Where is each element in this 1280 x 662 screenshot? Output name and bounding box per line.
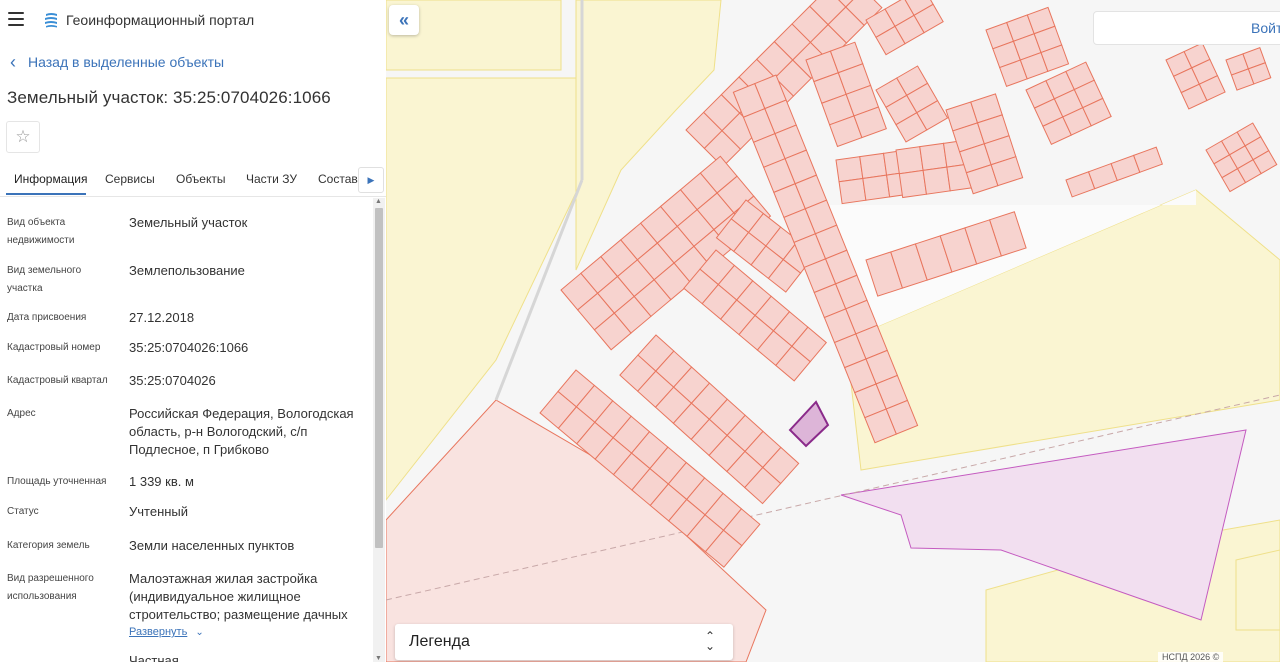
scroll-down-icon[interactable]: ▼ xyxy=(375,655,382,662)
info-label: Площадь уточненная xyxy=(7,476,107,487)
cadastral-map[interactable]: « Войти Легенда ⌃⌄ НСПД 2026 © xyxy=(386,0,1280,662)
tab-information[interactable]: Информация xyxy=(14,172,87,186)
info-label: Кадастровый номер xyxy=(7,342,101,353)
login-label: Войти xyxy=(1251,20,1280,36)
yellow-zone xyxy=(1235,549,1280,631)
parcel[interactable] xyxy=(919,142,948,171)
page-title: Земельный участок: 35:25:0704026:1066 xyxy=(7,88,331,107)
parcel[interactable] xyxy=(862,174,891,201)
info-label: Вид разрешенного использования xyxy=(7,573,94,602)
info-label: Категория земель xyxy=(7,540,90,551)
login-button[interactable]: Войти xyxy=(1093,11,1280,45)
info-label: Вид объекта недвижимости xyxy=(7,217,75,246)
back-link-label: Назад в выделенные объекты xyxy=(28,54,225,70)
parcel[interactable] xyxy=(922,166,951,195)
parcel[interactable] xyxy=(835,156,864,183)
info-value: 1 339 кв. м xyxy=(129,474,194,489)
info-label: Вид земельного участка xyxy=(7,265,82,294)
info-value: 35:25:0704026 xyxy=(129,373,216,388)
expand-toggle-icon: ⌃ ⌄ xyxy=(705,629,716,653)
geoportal-logo-icon xyxy=(45,13,57,28)
info-scrollbar[interactable]: ▲ ▼ xyxy=(373,198,385,662)
tab-land-parts[interactable]: Части ЗУ xyxy=(246,172,297,186)
info-label: Адрес xyxy=(7,408,36,419)
parcel[interactable] xyxy=(838,177,867,205)
info-value: Российская Федерация, Вологодская област… xyxy=(129,406,354,457)
chevron-left-icon: ‹ xyxy=(10,52,16,72)
info-label: Дата присвоения xyxy=(7,312,87,323)
tab-bar: Информация Сервисы Объекты Части ЗУ Сост… xyxy=(0,160,386,197)
info-value: Землепользование xyxy=(129,263,245,278)
object-info-panel: Геоинформационный портал ‹ Назад в выдел… xyxy=(0,0,386,662)
info-value: 27.12.2018 xyxy=(129,310,195,325)
app-title: Геоинформационный портал xyxy=(66,12,255,28)
info-value: Частная xyxy=(129,653,179,662)
hamburger-menu-icon[interactable] xyxy=(8,12,24,26)
info-value: Учтенный xyxy=(129,504,189,519)
legend-dropdown[interactable]: Легенда ⌃ ⌄ xyxy=(395,624,733,660)
info-list: Вид объекта недвижимости Земельный участ… xyxy=(0,198,372,662)
top-bar: Геоинформационный портал xyxy=(0,0,386,40)
collapse-panel-icon[interactable]: « xyxy=(389,5,419,35)
info-label: Кадастровый квартал xyxy=(7,375,108,386)
info-value: Земельный участок xyxy=(129,215,248,230)
chevron-down-icon: ⌄ xyxy=(195,627,204,638)
favorite-star-icon[interactable]: ☆ xyxy=(6,121,40,153)
info-row-permitted-use: Вид разрешенного использования Малоэтажн… xyxy=(0,570,372,624)
legend-label: Легенда xyxy=(409,633,470,650)
tab-services[interactable]: Сервисы xyxy=(105,172,155,186)
map-canvas[interactable] xyxy=(386,0,1280,662)
scroll-up-icon[interactable]: ▲ xyxy=(375,198,382,205)
info-label: Статус xyxy=(7,506,39,517)
tabs-scroll-right-icon[interactable]: ▶ xyxy=(358,167,384,193)
parcel[interactable] xyxy=(895,146,924,175)
scrollbar-thumb[interactable] xyxy=(375,208,383,548)
back-to-selected-link[interactable]: ‹ Назад в выделенные объекты xyxy=(10,52,225,72)
expand-link[interactable]: Развернуть ⌄ xyxy=(129,626,204,638)
active-tab-indicator xyxy=(6,193,86,195)
parcel[interactable] xyxy=(859,152,888,180)
info-value: Малоэтажная жилая застройка (индивидуаль… xyxy=(129,571,348,622)
parcel[interactable] xyxy=(898,169,928,199)
tab-composition[interactable]: Состав xyxy=(318,172,358,186)
info-value: 35:25:0704026:1066 xyxy=(129,340,249,355)
tab-objects[interactable]: Объекты xyxy=(176,172,226,186)
expand-label: Развернуть xyxy=(129,626,188,638)
info-value: Земли населенных пунктов xyxy=(129,538,295,553)
map-attribution: НСПД 2026 © xyxy=(1158,652,1224,662)
